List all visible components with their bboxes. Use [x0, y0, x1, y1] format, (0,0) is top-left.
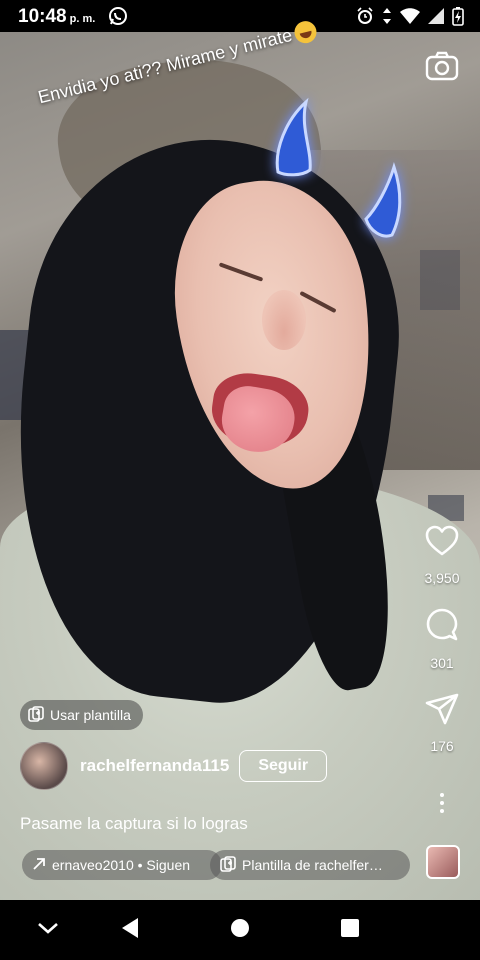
author-row: rachelfernanda115 Seguir [20, 742, 328, 790]
like-count: 3,950 [424, 570, 460, 586]
like-button[interactable]: 3,950 [410, 525, 474, 586]
heart-icon [425, 525, 459, 562]
camera-icon [424, 51, 460, 88]
nav-home-button[interactable] [222, 900, 258, 960]
audio-thumbnail[interactable] [426, 845, 460, 879]
use-template-label: Usar plantilla [50, 707, 131, 723]
camera-button[interactable] [424, 50, 460, 84]
clock-text: 10:48 [18, 6, 67, 27]
post-caption[interactable]: Pasame la captura si lo logras [20, 814, 248, 834]
template-source-pill[interactable]: Plantilla de rachelfer… [210, 850, 410, 880]
back-triangle-icon [120, 917, 140, 944]
nav-back-button[interactable] [112, 900, 148, 960]
nav-recents-button[interactable] [332, 900, 368, 960]
comment-bubble-icon [425, 608, 459, 647]
avatar[interactable] [20, 742, 68, 790]
template-pill-label: Plantilla de rachelfer… [242, 857, 383, 873]
follow-button[interactable]: Seguir [239, 750, 328, 782]
comment-count: 301 [430, 655, 454, 671]
use-template-chip[interactable]: Usar plantilla [20, 700, 143, 730]
recents-square-icon [340, 918, 360, 943]
devil-horn-left [272, 97, 316, 177]
send-paper-plane-icon [425, 693, 459, 730]
home-circle-icon [230, 918, 250, 943]
trending-arrow-icon [32, 857, 46, 874]
audio-pill[interactable]: ernaveo2010 • Siguen [22, 850, 222, 880]
battery-charging-icon [452, 6, 464, 31]
username-link[interactable]: rachelfernanda115 [80, 756, 229, 776]
status-icons [356, 6, 464, 31]
more-dots-icon [440, 793, 444, 797]
pixelated-area [420, 250, 460, 310]
comment-button[interactable]: 301 [410, 608, 474, 671]
chevron-down-icon [37, 921, 59, 940]
devil-horn-right [362, 162, 406, 240]
alarm-icon [356, 7, 374, 30]
status-time: 10:48 p. m. [18, 6, 95, 28]
wifi-icon [400, 8, 420, 29]
data-arrows-icon [382, 7, 392, 30]
nose [262, 290, 306, 350]
nav-collapse-button[interactable] [30, 900, 66, 960]
system-nav-bar [0, 900, 480, 960]
clock-ampm: p. m. [69, 13, 96, 25]
audio-pill-label: ernaveo2010 • Siguen [52, 857, 191, 873]
template-icon [220, 855, 236, 875]
template-icon [28, 705, 44, 725]
share-count: 176 [430, 738, 454, 754]
whatsapp-icon [108, 6, 128, 31]
side-action-bar: 3,950 301 176 [410, 525, 474, 776]
share-button[interactable]: 176 [410, 693, 474, 754]
more-options-button[interactable] [438, 793, 446, 817]
signal-icon [428, 8, 444, 29]
status-bar: 10:48 p. m. [0, 0, 480, 32]
